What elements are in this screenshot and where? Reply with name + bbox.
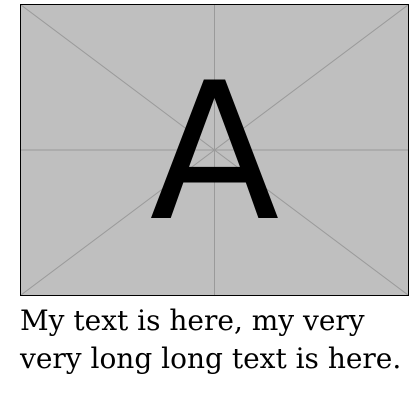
- caption-text: My text is here, my very very long long …: [20, 304, 402, 375]
- placeholder-image: A: [20, 4, 409, 296]
- document-page: A My text is here, my very very long lon…: [0, 0, 420, 420]
- placeholder-letter: A: [149, 42, 280, 263]
